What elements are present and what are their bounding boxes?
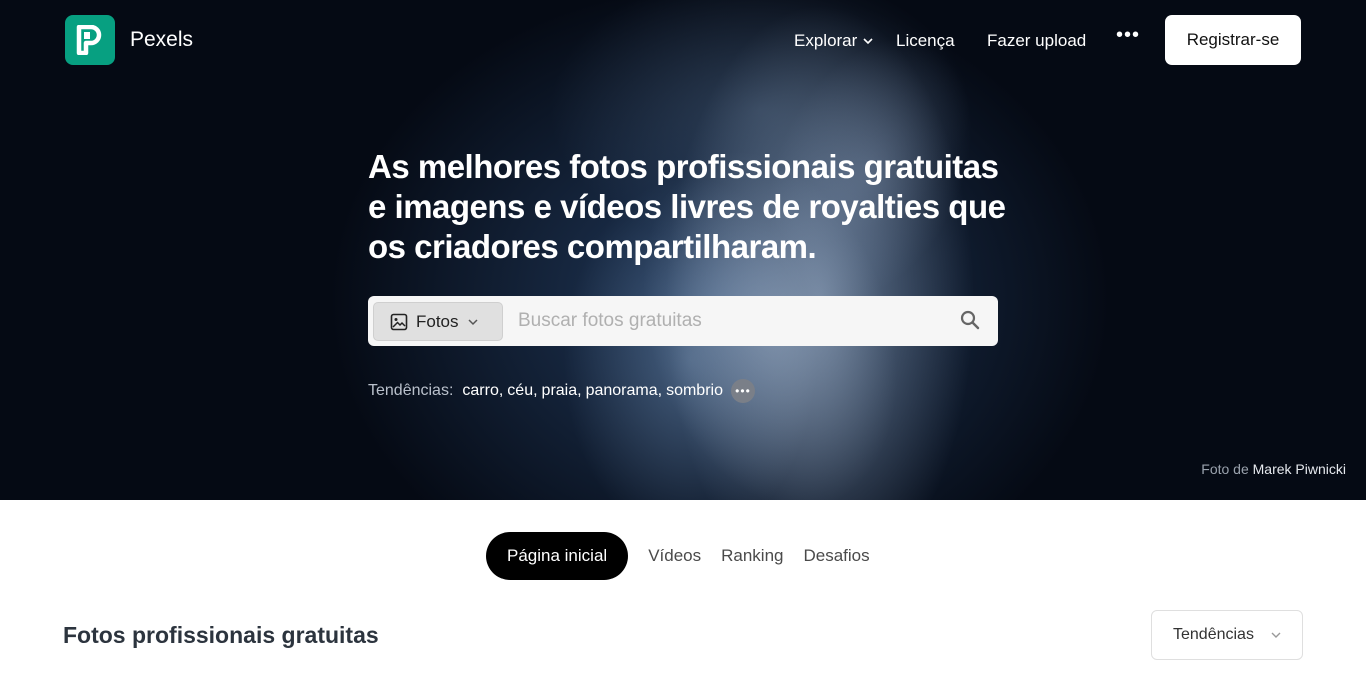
chevron-down-icon: [1271, 632, 1281, 638]
hero-headline: As melhores fotos profissionais gratuita…: [368, 148, 1006, 265]
section-tabs: Página inicial Vídeos Ranking Desafios: [486, 532, 880, 580]
brand-name[interactable]: Pexels: [130, 28, 193, 52]
tab-challenges[interactable]: Desafios: [794, 546, 880, 566]
search-type-dropdown[interactable]: Fotos: [373, 302, 503, 341]
trend-link[interactable]: panorama: [586, 382, 658, 400]
photo-credit: Foto de Marek Piwnicki: [1201, 461, 1346, 477]
trend-separator: ,: [533, 382, 538, 399]
trend-separator: ,: [577, 382, 582, 399]
trend-link[interactable]: céu: [507, 382, 533, 400]
trend-link[interactable]: praia: [542, 382, 578, 400]
section-title: Fotos profissionais gratuitas: [63, 622, 379, 648]
sort-label: Tendências: [1173, 626, 1254, 643]
trend-separator: ,: [498, 382, 504, 399]
trends-label: Tendências:: [368, 382, 454, 399]
image-icon: [390, 313, 408, 330]
sort-dropdown[interactable]: Tendências: [1151, 610, 1303, 660]
trend-separator: ,: [657, 382, 663, 399]
nav-upload[interactable]: Fazer upload: [987, 31, 1086, 51]
tab-videos[interactable]: Vídeos: [638, 546, 711, 566]
credit-prefix: Foto de: [1201, 461, 1249, 477]
search-icon[interactable]: [960, 310, 980, 330]
tab-leaderboard[interactable]: Ranking: [711, 546, 793, 566]
pexels-logo[interactable]: [65, 15, 115, 65]
tab-home[interactable]: Página inicial: [486, 532, 629, 580]
more-trends-icon[interactable]: •••: [730, 379, 755, 403]
nav-license[interactable]: Licença: [896, 31, 955, 51]
join-button[interactable]: Registrar-se: [1165, 15, 1301, 65]
search-input[interactable]: [518, 306, 938, 336]
trending-searches: Tendências: carro, céu, praia, panorama,…: [368, 379, 755, 403]
pexels-logo-icon: [76, 25, 102, 55]
search-type-label: Fotos: [416, 311, 459, 331]
chevron-down-icon: [468, 318, 478, 325]
nav-explore[interactable]: Explorar: [794, 31, 874, 51]
trend-link[interactable]: sombrio: [666, 382, 723, 400]
credit-author-link[interactable]: Marek Piwnicki: [1253, 461, 1346, 477]
search-bar: Fotos: [368, 296, 998, 346]
more-icon[interactable]: •••: [1116, 24, 1140, 47]
hero-banner: Pexels Explorar Licença Fazer upload •••…: [0, 0, 1366, 500]
chevron-down-icon: [863, 38, 873, 45]
trend-link[interactable]: carro: [462, 382, 498, 400]
nav-explore-label: Explorar: [794, 31, 858, 50]
